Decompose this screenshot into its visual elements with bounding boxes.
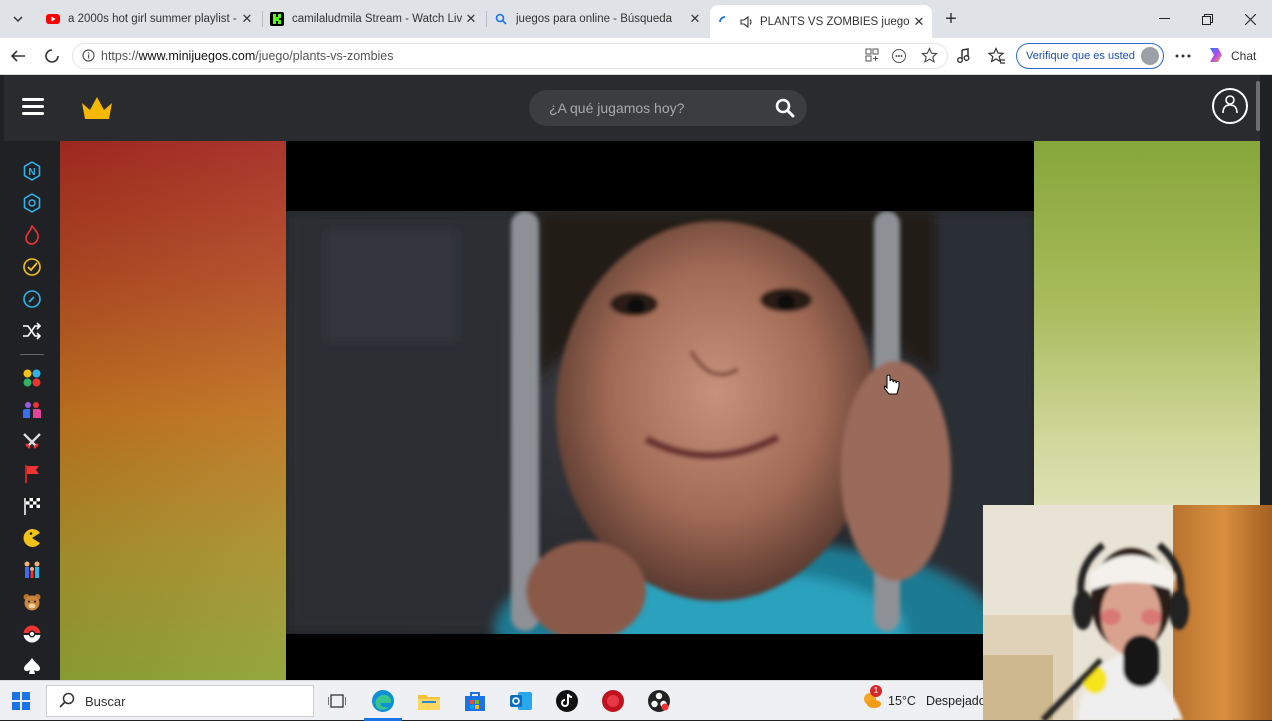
category-sidebar: N [4,141,60,680]
copilot-icon [1206,45,1226,68]
minimize-icon[interactable] [1143,0,1185,38]
pacman-icon[interactable] [21,527,43,549]
browser-tab-strip: a 2000s hot girl summer playlist - ✕ cam… [0,0,1272,38]
temperature-label: 15°C [888,694,916,708]
browser-toolbar: https://www.minijuegos.com/juego/plants-… [0,38,1272,75]
search-icon[interactable] [775,98,795,123]
hamburger-menu-icon[interactable] [22,98,44,116]
swords-icon[interactable] [21,431,43,453]
fire-icon[interactable] [21,224,43,246]
tab-title: PLANTS VS ZOMBIES juego gratis [760,15,910,28]
spade-icon[interactable] [21,655,43,677]
compass-icon[interactable] [21,288,43,310]
bear-icon[interactable] [21,591,43,613]
tab-list-chevron-icon[interactable] [6,7,30,31]
tiktok-icon[interactable] [554,688,580,714]
streamer-webcam-image [983,505,1272,720]
file-explorer-icon[interactable] [416,688,442,714]
hex-icon[interactable] [21,192,43,214]
site-info-icon[interactable] [82,49,95,67]
more-options-icon[interactable] [1171,44,1195,68]
user-icon [1221,94,1239,119]
loading-spinner-icon[interactable] [40,44,64,68]
search-icon [494,12,508,26]
restore-icon[interactable] [1186,0,1228,38]
video-ad[interactable] [286,211,1034,634]
user-account-button[interactable] [1212,88,1248,124]
weather-label: Despejado [925,694,986,708]
close-tab-icon[interactable]: ✕ [462,11,480,27]
site-search-input[interactable] [547,99,771,117]
url-text: https://www.minijuegos.com/juego/plants-… [101,49,394,63]
multiplayer-icon[interactable] [21,399,43,421]
red-app-icon[interactable] [600,688,626,714]
chat-label: Chat [1231,49,1257,63]
left-ad-banner[interactable] [60,141,286,680]
child-face-image [286,211,1034,634]
verify-identity-button[interactable]: Verifique que es usted [1016,43,1164,69]
favorite-star-icon[interactable] [921,47,938,69]
taskbar-search-box[interactable]: Buscar [46,685,314,717]
family-icon[interactable] [21,559,43,581]
site-header [4,75,1260,141]
weather-widget[interactable]: 1 15°C Despejado [862,684,986,713]
obs-icon[interactable] [646,688,672,714]
kick-icon [270,12,284,26]
copilot-chat-button[interactable]: Chat [1206,46,1256,66]
outlook-icon[interactable] [508,688,534,714]
shuffle-icon[interactable] [21,320,43,342]
youtube-icon [46,12,60,26]
verify-label: Verifique que es usted [1026,50,1135,62]
tab-title: camilaludmila Stream - Watch Live [292,13,462,25]
new-tab-icon[interactable]: + [939,7,963,31]
crown-logo-icon[interactable] [80,95,114,126]
check-icon[interactable] [21,256,43,278]
sun-cloud-icon: 1 [862,684,882,712]
tab-plants-vs-zombies[interactable]: PLANTS VS ZOMBIES juego gratis ✕ [710,5,932,38]
notification-badge: 1 [870,684,882,697]
favorites-icon[interactable] [985,44,1009,68]
pokeball-icon[interactable] [21,623,43,645]
address-bar[interactable]: https://www.minijuegos.com/juego/plants-… [72,43,948,69]
tab-kick[interactable]: camilaludmila Stream - Watch Live ✕ [262,5,484,33]
windows-start-icon[interactable] [12,692,30,715]
webcam-overlay [983,505,1272,720]
speaker-icon[interactable] [740,15,754,29]
profile-avatar-icon [1140,47,1159,65]
page-scrollbar[interactable] [1256,81,1260,131]
site-search-bar [529,90,807,126]
edge-browser-icon[interactable] [370,688,396,714]
media-control-icon[interactable] [952,44,976,68]
tab-youtube[interactable]: a 2000s hot girl summer playlist - ✕ [38,5,260,33]
task-view-icon[interactable] [324,688,350,714]
app-available-icon[interactable] [865,48,880,68]
racing-flag-icon[interactable] [21,495,43,517]
game-player[interactable] [286,141,1034,680]
taskbar-search-label: Buscar [85,693,126,709]
close-window-icon[interactable] [1229,0,1271,38]
svg-text:N: N [28,167,35,178]
back-icon[interactable] [6,44,30,68]
close-tab-icon[interactable]: ✕ [686,11,704,27]
flag-icon[interactable] [21,463,43,485]
category-dots-icon[interactable] [21,367,43,389]
search-icon [59,692,75,711]
new-icon[interactable]: N [21,160,43,182]
tracking-prevention-icon[interactable] [891,48,907,69]
tab-title: a 2000s hot girl summer playlist - [68,13,237,25]
loading-icon [718,15,732,29]
tab-busqueda[interactable]: juegos para online - Búsqueda ✕ [486,5,708,33]
tab-title: juegos para online - Búsqueda [516,13,673,25]
microsoft-store-icon[interactable] [462,688,488,714]
close-tab-icon[interactable]: ✕ [238,11,256,27]
close-tab-icon[interactable]: ✕ [910,14,928,30]
